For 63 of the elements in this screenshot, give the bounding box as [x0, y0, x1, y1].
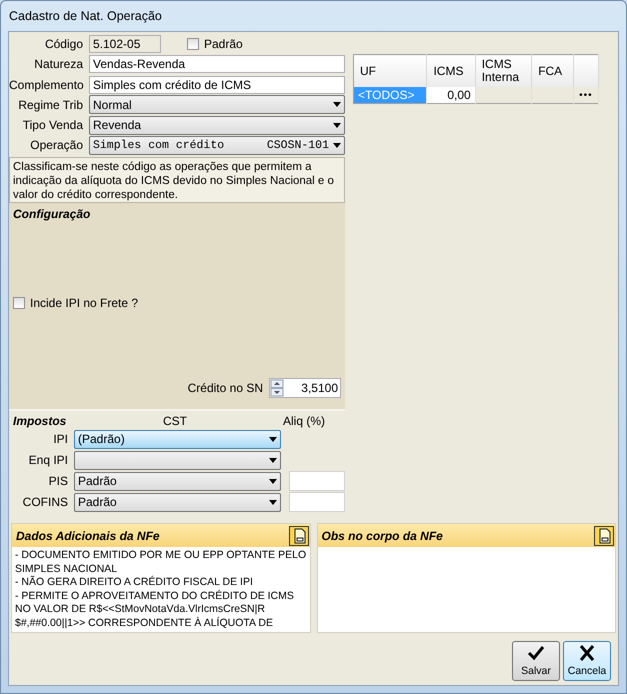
dropdown[interactable]: Revenda	[89, 116, 345, 135]
rate-field[interactable]	[289, 471, 345, 492]
code-field[interactable]: 5.102-05	[89, 35, 161, 54]
document-button[interactable]	[594, 526, 614, 546]
column-header: FCA	[532, 54, 574, 87]
rate-field[interactable]	[289, 492, 345, 512]
ellipsis-button[interactable]: •••	[573, 87, 598, 104]
field-label: Natureza	[33, 57, 83, 72]
checkbox[interactable]	[187, 38, 199, 50]
window-title: Cadastro de Nat. Operação	[8, 8, 163, 25]
dropdown-arrow-icon	[333, 122, 341, 128]
column-header: ICMS Interna	[475, 54, 532, 87]
column-header: CST	[163, 414, 188, 428]
dropdown-arrow-icon	[269, 436, 277, 442]
section-title: Configuração	[13, 207, 92, 222]
section-title: Obs no corpo da NFe	[322, 528, 444, 542]
text-line: - PERMITE O APROVEITAMENTO DO CRÉDITO DE ICMS	[15, 590, 295, 603]
text-field[interactable]: Simples com crédito de ICMS	[89, 76, 345, 94]
check-icon	[527, 645, 545, 661]
text-line: NO VALOR DE R$<<StMovNotaVda.VlrIcmsCreSN|R	[15, 603, 266, 616]
checkbox-label: Padrão	[204, 37, 243, 52]
text-area[interactable]	[12, 547, 310, 632]
dropdown-arrow-icon	[269, 500, 277, 505]
field-label: Código	[44, 37, 83, 52]
text-field[interactable]: Vendas-Revenda	[89, 55, 345, 74]
text-line: SIMPLES NACIONAL	[15, 562, 118, 576]
section-title: Impostos	[13, 414, 68, 428]
dropdown-arrow-icon	[333, 102, 341, 108]
dropdown[interactable]: Padrão	[74, 472, 281, 491]
dropdown-arrow-icon	[269, 478, 277, 484]
checkbox-label: Incide IPI no Frete ?	[30, 296, 138, 310]
field-label: PIS	[48, 474, 68, 488]
close-icon	[578, 645, 596, 661]
description-text: Classificam-se neste código as operações que permitem a indicação da alíquota do ICMS devido no Simples Nacional e o valor do crédito correspondente.	[9, 157, 345, 204]
document-button[interactable]	[288, 526, 308, 546]
dropdown[interactable]: Normal	[89, 95, 345, 114]
text-line: $#,##0.00||1>> CORRESPONDENTE À ALÍQUOTA DE	[15, 616, 274, 630]
column-header: ICMS	[426, 54, 476, 87]
save-button[interactable]: Salvar	[512, 641, 560, 681]
column-header: UF	[354, 54, 427, 87]
text-line: - NÃO GERA DIREITO A CRÉDITO FISCAL DE IPI	[15, 576, 254, 590]
field-label: Regime Trib	[17, 98, 83, 112]
dropdown[interactable]: Simples com crédito CSOSN-101	[89, 136, 345, 155]
table-cell: 0,00	[426, 87, 476, 104]
column-header: Aliq (%)	[283, 414, 326, 428]
field-label: Crédito no SN	[188, 380, 263, 395]
spin-arrows-icon	[270, 378, 284, 397]
text-line: - DOCUMENTO EMITIDO POR ME OU EPP OPTANTE PELO	[15, 549, 306, 562]
dropdown[interactable]	[74, 450, 281, 470]
checkbox[interactable]	[13, 297, 25, 310]
dropdown[interactable]: (Padrão)	[74, 430, 281, 449]
dropdown[interactable]: Padrão	[74, 492, 281, 512]
section-title: Dados Adicionais da NFe	[16, 528, 161, 542]
field-label: IPI	[52, 432, 68, 446]
field-label: Operação	[29, 138, 83, 152]
number-spinner[interactable]: 3,5100	[269, 378, 341, 398]
cancel-button[interactable]: Cancela	[563, 641, 611, 681]
field-label: Enq IPI	[28, 453, 68, 468]
dropdown-arrow-icon	[333, 142, 341, 148]
dropdown-arrow-icon	[269, 458, 277, 463]
field-label: Complemento	[9, 78, 83, 92]
field-label: COFINS	[22, 495, 68, 510]
field-label: Tipo Venda	[22, 118, 83, 132]
